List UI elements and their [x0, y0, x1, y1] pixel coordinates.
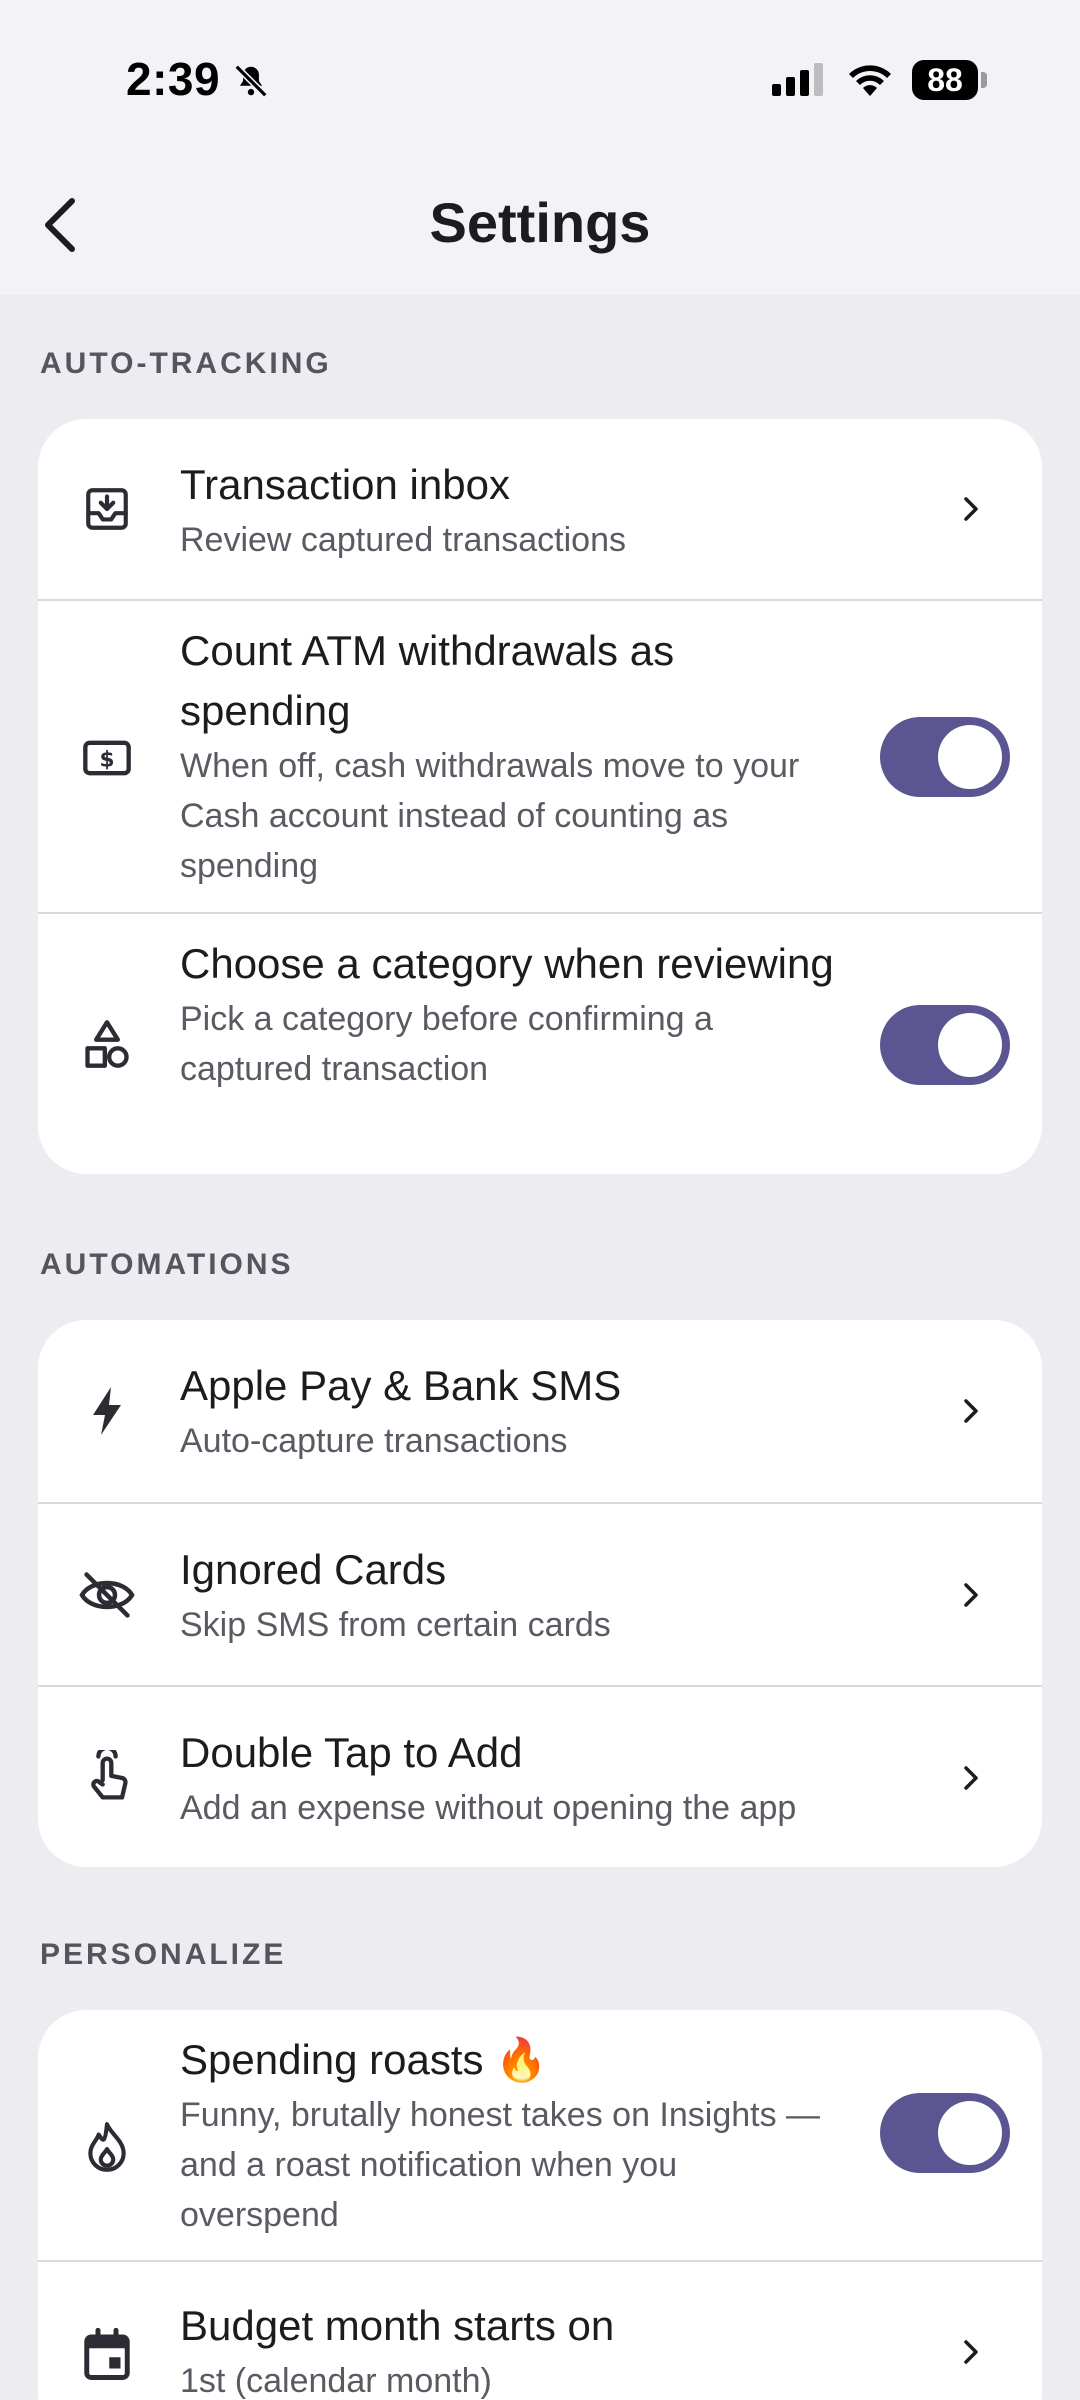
- row-subtitle: Auto-capture transactions: [180, 1422, 568, 1460]
- svg-text:$: $: [99, 748, 114, 773]
- row-text: Ignored Cards Skip SMS from certain card…: [180, 1540, 611, 1650]
- row-spending-roasts[interactable]: Spending roasts 🔥 Funny, brutally honest…: [38, 2010, 1042, 2260]
- tap-hand-icon: [78, 1749, 136, 1807]
- cash-icon: $: [78, 729, 136, 787]
- section-header-automations: AUTOMATIONS: [40, 1248, 294, 1281]
- row-subtitle: When off, cash withdrawals move to your …: [180, 747, 800, 885]
- row-text: Double Tap to Add Add an expense without…: [180, 1723, 796, 1833]
- inbox-download-icon: [78, 480, 136, 538]
- row-subtitle: Pick a category before confirming a capt…: [180, 1000, 713, 1088]
- status-bar: 2:39 88: [0, 0, 1080, 150]
- row-title: Choose a category when reviewing: [180, 940, 834, 987]
- card-personalize: Spending roasts 🔥 Funny, brutally honest…: [38, 2010, 1042, 2400]
- chevron-right-icon: [956, 1575, 986, 1615]
- row-title: Budget month starts on: [180, 2302, 615, 2349]
- row-transaction-inbox[interactable]: Transaction inbox Review captured transa…: [38, 419, 1042, 599]
- row-text: Apple Pay & Bank SMS Auto-capture transa…: [180, 1356, 621, 1466]
- chevron-right-icon: [956, 1391, 986, 1431]
- choose-category-toggle[interactable]: [880, 1005, 1010, 1085]
- bell-muted-icon: [234, 64, 268, 98]
- page-title: Settings: [429, 191, 651, 254]
- signal-icon: [772, 63, 823, 96]
- battery-tip: [981, 72, 987, 88]
- row-title: Apple Pay & Bank SMS: [180, 1362, 622, 1409]
- row-title: Count ATM withdrawals as spending: [180, 627, 675, 734]
- row-ignored-cards[interactable]: Ignored Cards Skip SMS from certain card…: [38, 1502, 1042, 1685]
- settings-content[interactable]: AUTO-TRACKING Transaction inbox Review c…: [0, 295, 1080, 2400]
- shapes-icon: [78, 1015, 136, 1073]
- row-subtitle: 1st (calendar month): [180, 2362, 492, 2400]
- status-time: 2:39: [126, 53, 221, 105]
- row-subtitle: Skip SMS from certain cards: [180, 1606, 611, 1644]
- row-apple-pay-bank-sms[interactable]: Apple Pay & Bank SMS Auto-capture transa…: [38, 1320, 1042, 1502]
- toggle-knob: [938, 2101, 1002, 2165]
- row-text: Transaction inbox Review captured transa…: [180, 455, 626, 565]
- eye-off-icon: [78, 1566, 136, 1624]
- row-double-tap-to-add[interactable]: Double Tap to Add Add an expense without…: [38, 1685, 1042, 1867]
- chevron-right-icon: [956, 489, 986, 529]
- chevron-right-icon: [956, 2332, 986, 2372]
- row-subtitle: Funny, brutally honest takes on Insights…: [180, 2096, 821, 2234]
- wifi-icon: [849, 65, 891, 96]
- row-text: Spending roasts 🔥 Funny, brutally honest…: [180, 2030, 840, 2240]
- row-text: Choose a category when reviewing Pick a …: [180, 934, 840, 1094]
- row-text: Budget month starts on 1st (calendar mon…: [180, 2296, 614, 2400]
- row-budget-month-start[interactable]: Budget month starts on 1st (calendar mon…: [38, 2260, 1042, 2400]
- row-title: Ignored Cards: [180, 1546, 447, 1593]
- card-automations: Apple Pay & Bank SMS Auto-capture transa…: [38, 1320, 1042, 1867]
- card-auto-tracking: Transaction inbox Review captured transa…: [38, 419, 1042, 1174]
- section-header-auto-tracking: AUTO-TRACKING: [40, 347, 332, 380]
- row-title: Double Tap to Add: [180, 1729, 523, 1776]
- row-text: Count ATM withdrawals as spending When o…: [180, 621, 840, 891]
- flame-icon: [78, 2118, 136, 2176]
- toggle-knob: [938, 1013, 1002, 1077]
- section-header-personalize: PERSONALIZE: [40, 1938, 287, 1971]
- chevron-right-icon: [956, 1758, 986, 1798]
- row-subtitle: Add an expense without opening the app: [180, 1789, 797, 1827]
- row-title: Spending roasts 🔥: [180, 2036, 548, 2083]
- count-atm-toggle[interactable]: [880, 717, 1010, 797]
- row-choose-category[interactable]: Choose a category when reviewing Pick a …: [38, 912, 1042, 1174]
- spending-roasts-toggle[interactable]: [880, 2093, 1010, 2173]
- row-title: Transaction inbox: [180, 461, 510, 508]
- row-count-atm-withdrawals[interactable]: $ Count ATM withdrawals as spending When…: [38, 599, 1042, 912]
- navigation-bar: Settings: [0, 150, 1080, 295]
- battery-indicator: 88: [912, 60, 978, 100]
- lightning-icon: [78, 1382, 136, 1440]
- calendar-icon: [78, 2326, 136, 2384]
- toggle-knob: [938, 725, 1002, 789]
- row-subtitle: Review captured transactions: [180, 521, 627, 559]
